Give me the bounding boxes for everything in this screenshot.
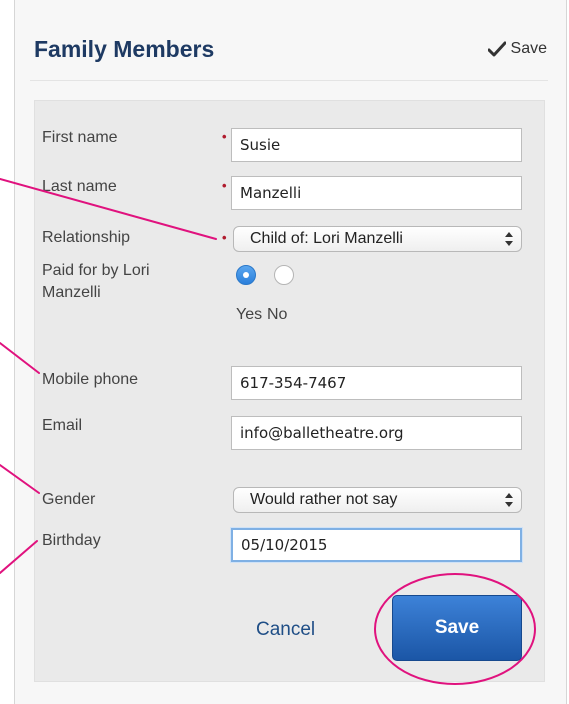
first-name-label: First name — [42, 129, 118, 146]
email-input[interactable] — [231, 416, 522, 450]
required-marker: • — [222, 230, 227, 245]
gender-select[interactable]: Would rather not say — [233, 487, 522, 513]
select-arrows-icon — [505, 232, 513, 246]
relationship-label: Relationship — [42, 229, 131, 246]
paid-no-radio[interactable] — [274, 265, 294, 285]
first-name-input[interactable] — [231, 128, 522, 162]
mobile-phone-input[interactable] — [231, 366, 522, 400]
relationship-selected-value: Child of: Lori Manzelli — [250, 230, 403, 247]
last-name-label: Last name — [42, 178, 117, 195]
checkmark-icon — [487, 41, 506, 57]
last-name-input[interactable] — [231, 176, 522, 210]
email-label: Email — [42, 417, 83, 434]
paid-for-by-label-line2: Manzelli — [42, 284, 101, 301]
select-arrows-icon — [505, 493, 513, 507]
gender-selected-value: Would rather not say — [250, 491, 398, 508]
header-save-button[interactable]: Save — [487, 40, 547, 58]
paid-no-caption: No — [267, 306, 288, 323]
birthday-input[interactable] — [231, 528, 522, 562]
page-title: Family Members — [34, 36, 215, 62]
paid-yes-caption: Yes — [236, 306, 263, 323]
birthday-label: Birthday — [42, 532, 101, 549]
paid-for-by-label: Paid for by Lori — [42, 262, 150, 279]
header-divider — [30, 80, 548, 81]
required-marker: • — [222, 178, 227, 193]
cancel-button[interactable]: Cancel — [256, 619, 315, 641]
relationship-select[interactable]: Child of: Lori Manzelli — [233, 226, 522, 252]
header-save-label: Save — [510, 40, 547, 57]
save-button[interactable]: Save — [392, 595, 522, 661]
required-marker: • — [222, 129, 227, 144]
gender-label: Gender — [42, 491, 96, 508]
paid-yes-radio[interactable] — [236, 265, 256, 285]
mobile-phone-label: Mobile phone — [42, 371, 139, 388]
